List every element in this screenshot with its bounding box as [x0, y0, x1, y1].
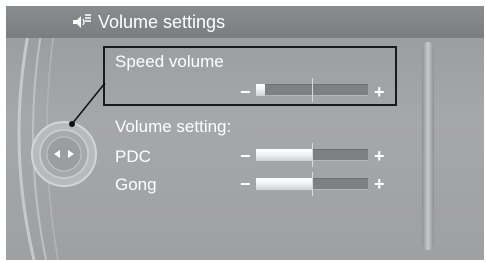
gong-fill	[256, 178, 312, 190]
gong-plus-button[interactable]: +	[374, 175, 385, 193]
pdc-fill	[256, 149, 312, 161]
pdc-plus-button[interactable]: +	[374, 147, 385, 165]
speed-volume-minus-button[interactable]: −	[240, 83, 251, 101]
gong-label: Gong	[115, 175, 157, 194]
speaker-settings-icon	[73, 14, 91, 28]
gong-minus-button[interactable]: −	[240, 175, 251, 193]
pdc-minus-button[interactable]: −	[240, 147, 251, 165]
display-screen: Volume settings Speed volume − + Volume …	[6, 6, 484, 260]
speed-volume-plus-button[interactable]: +	[374, 83, 385, 101]
scrollbar[interactable]	[422, 42, 434, 250]
page-title: Volume settings	[98, 12, 226, 32]
speed-volume-center-mark	[312, 78, 313, 102]
volume-setting-heading: Volume setting:	[115, 117, 232, 136]
speed-volume-fill	[256, 84, 265, 96]
pdc-center-mark	[312, 143, 313, 167]
title-bar: Volume settings	[6, 6, 484, 38]
pdc-label: PDC	[115, 147, 151, 166]
controller-knob-icon[interactable]	[31, 121, 97, 187]
controller-decoration	[17, 6, 97, 260]
speed-volume-label: Speed volume	[115, 52, 224, 71]
gong-center-mark	[312, 172, 313, 196]
